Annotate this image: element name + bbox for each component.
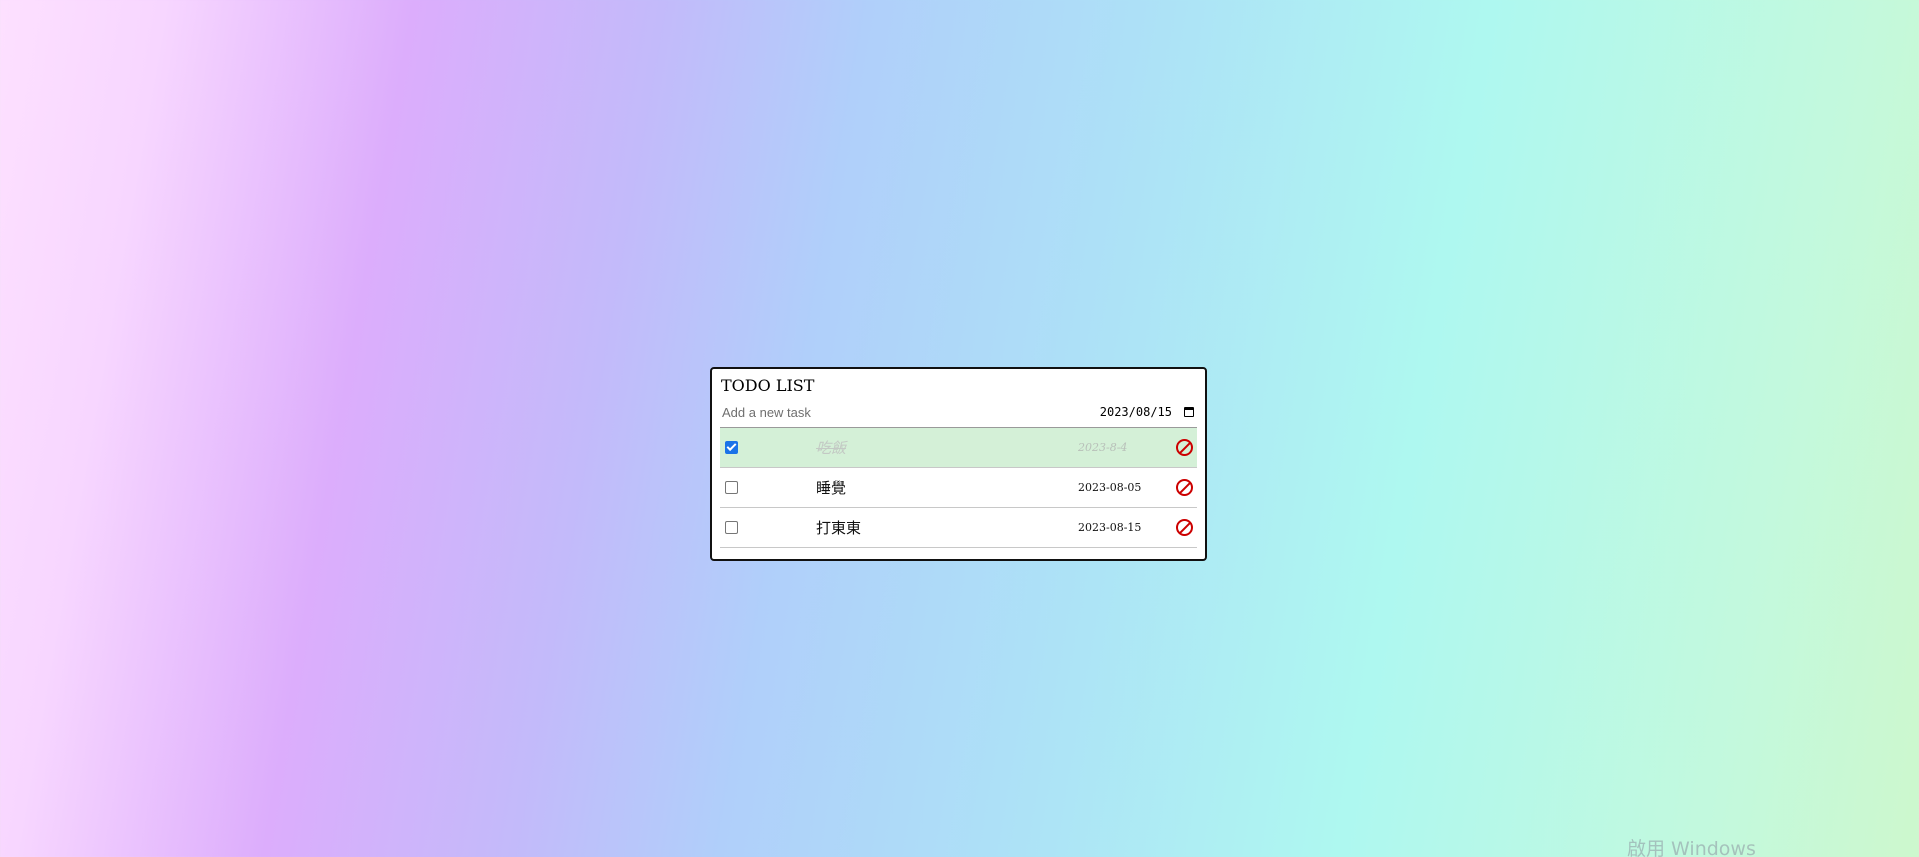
task-date: 2023-8-4	[1078, 441, 1128, 454]
new-task-input[interactable]	[720, 404, 1024, 420]
calendar-icon[interactable]	[1184, 407, 1194, 417]
task-name: 吃飯	[816, 439, 847, 457]
add-task-row: 2023/08/15	[720, 397, 1197, 428]
page-title: TODO LIST	[721, 376, 815, 395]
delete-icon[interactable]	[1176, 439, 1193, 456]
task-row: 睡覺 2023-08-05	[720, 468, 1197, 508]
date-input[interactable]: 2023/08/15	[1100, 405, 1197, 419]
task-row: 吃飯 2023-8-4	[720, 428, 1197, 468]
delete-icon[interactable]	[1176, 519, 1193, 536]
task-date: 2023-08-05	[1078, 481, 1142, 494]
task-checkbox[interactable]	[725, 481, 738, 494]
delete-icon[interactable]	[1176, 479, 1193, 496]
task-row: 打東東 2023-08-15	[720, 508, 1197, 548]
date-input-value: 2023/08/15	[1099, 405, 1172, 419]
task-name: 打東東	[816, 519, 862, 537]
task-checkbox[interactable]	[725, 441, 738, 454]
task-checkbox[interactable]	[725, 521, 738, 534]
task-date: 2023-08-15	[1078, 521, 1142, 534]
todo-card: TODO LIST 2023/08/15 吃飯 2023-8-4 睡覺 2023…	[710, 367, 1207, 561]
windows-activation-watermark: 啟用 Windows	[1627, 838, 1756, 857]
task-name: 睡覺	[816, 479, 847, 497]
